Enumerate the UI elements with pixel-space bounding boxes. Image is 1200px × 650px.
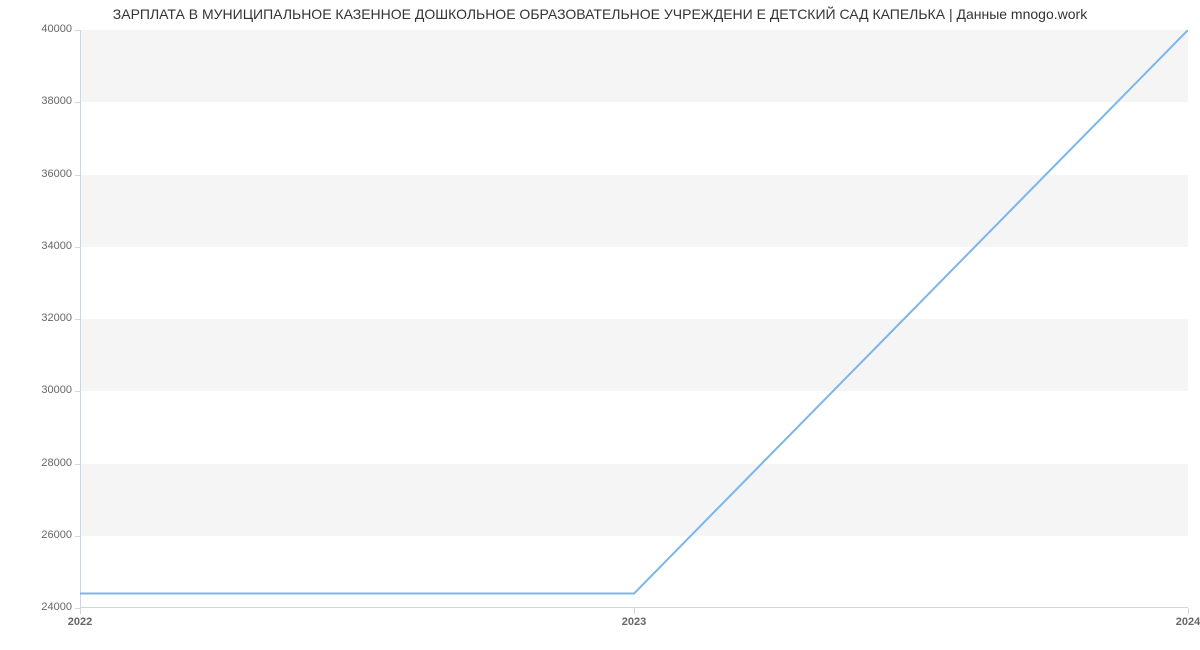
x-tick-label: 2024: [1168, 616, 1200, 628]
y-tick-mark: [75, 247, 80, 248]
y-tick-label: 30000: [41, 384, 72, 396]
y-tick-label: 32000: [41, 312, 72, 324]
chart-container: ЗАРПЛАТА В МУНИЦИПАЛЬНОЕ КАЗЕННОЕ ДОШКОЛ…: [0, 0, 1200, 650]
y-tick-label: 24000: [41, 601, 72, 613]
y-tick-mark: [75, 319, 80, 320]
plot-area: [80, 30, 1188, 608]
y-tick-label: 34000: [41, 240, 72, 252]
y-tick-label: 38000: [41, 95, 72, 107]
y-tick-mark: [75, 30, 80, 31]
line-series: [80, 30, 1188, 608]
y-tick-label: 36000: [41, 168, 72, 180]
x-tick-mark: [80, 608, 81, 614]
y-tick-label: 26000: [41, 529, 72, 541]
x-tick-mark: [1188, 608, 1189, 614]
y-tick-label: 40000: [41, 23, 72, 35]
x-tick-mark: [634, 608, 635, 614]
y-tick-mark: [75, 175, 80, 176]
y-tick-mark: [75, 102, 80, 103]
series-line: [80, 30, 1188, 594]
chart-title: ЗАРПЛАТА В МУНИЦИПАЛЬНОЕ КАЗЕННОЕ ДОШКОЛ…: [0, 6, 1200, 22]
y-tick-label: 28000: [41, 457, 72, 469]
y-tick-mark: [75, 391, 80, 392]
y-tick-mark: [75, 536, 80, 537]
x-tick-label: 2023: [614, 616, 654, 628]
x-tick-label: 2022: [60, 616, 100, 628]
y-tick-mark: [75, 464, 80, 465]
